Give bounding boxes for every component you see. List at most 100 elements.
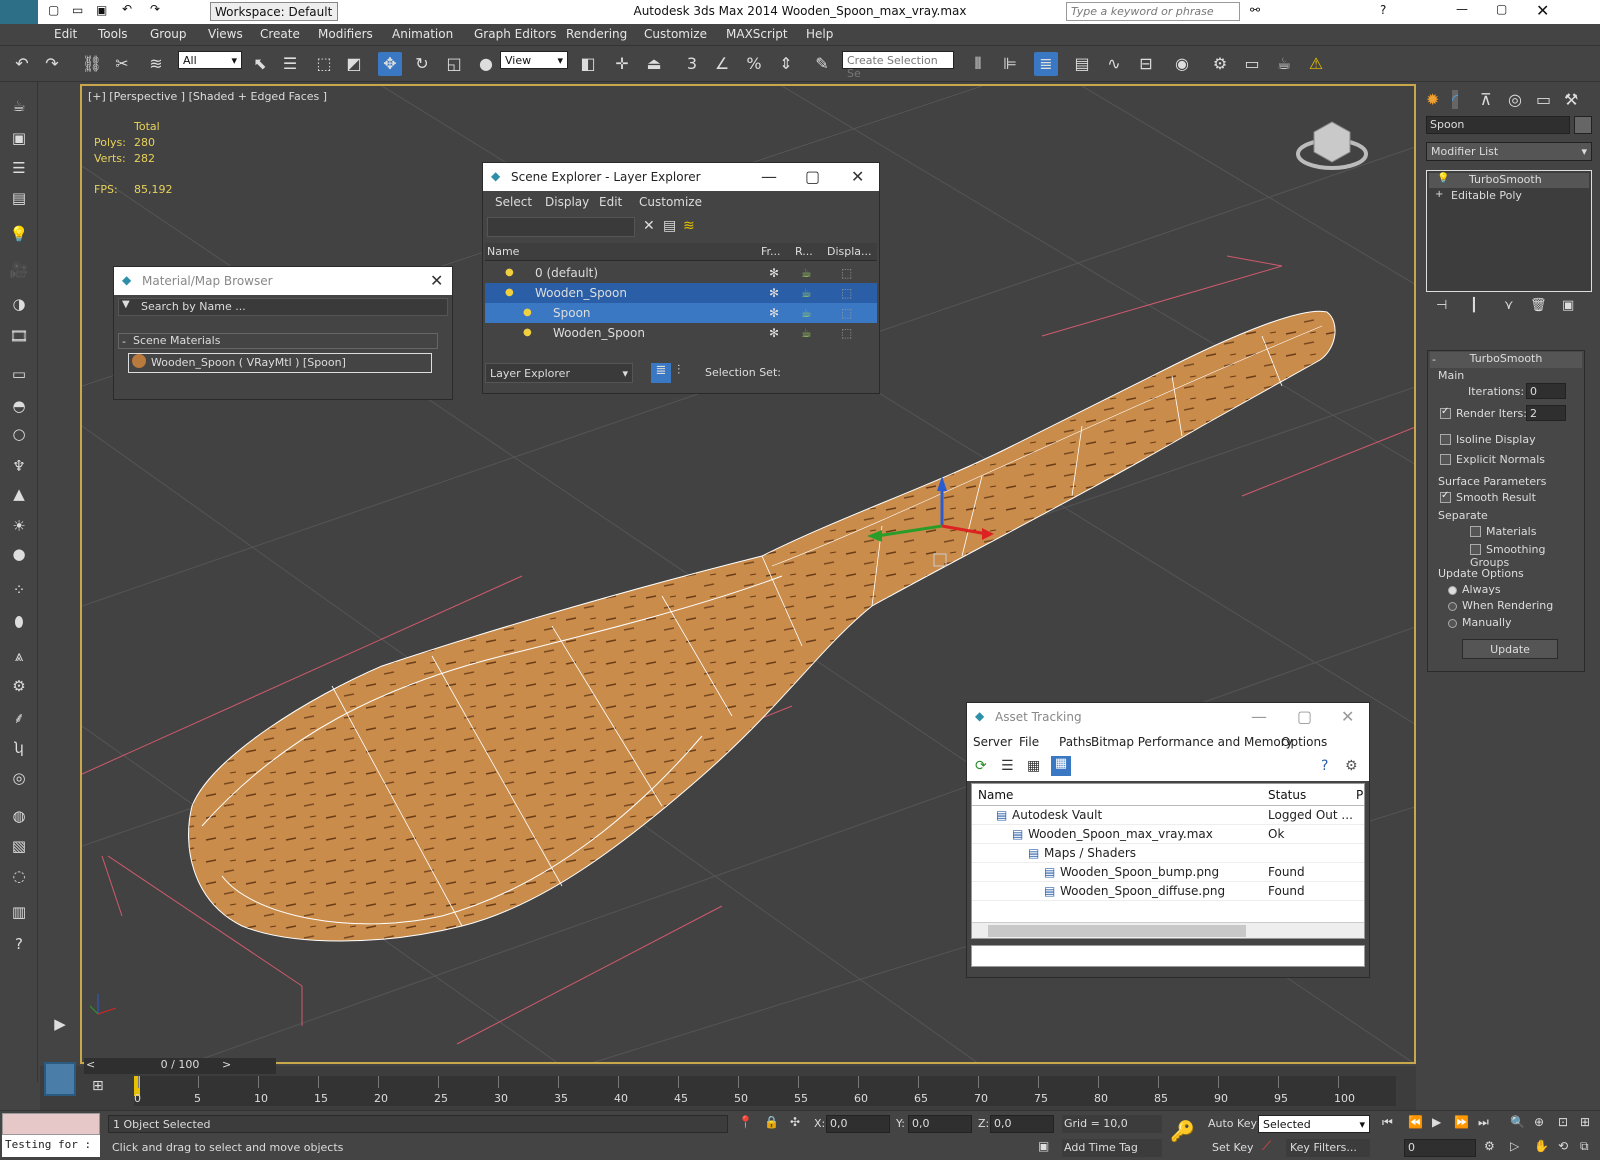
column-display[interactable]: Displa... — [827, 245, 872, 258]
render-iters-spinner[interactable]: 2 — [1526, 405, 1566, 421]
visibility-icon[interactable]: ● — [523, 303, 532, 323]
link-icon[interactable]: ⛓ — [80, 52, 104, 76]
display-box-icon[interactable]: ⬚ — [841, 303, 852, 323]
minimize-icon[interactable]: — — [1456, 2, 1468, 16]
smooth-result-check[interactable] — [1440, 490, 1451, 503]
mini-curve-editor-button[interactable] — [44, 1062, 76, 1096]
zoom-icon[interactable]: 🔍 — [1510, 1115, 1525, 1129]
manually-radio[interactable]: Manually — [1448, 616, 1512, 629]
gear-icon[interactable]: ⚙ — [7, 674, 31, 698]
spray-icon[interactable]: ◌ — [7, 864, 31, 888]
table-icon[interactable]: ▤ — [7, 186, 31, 210]
asset-row[interactable]: ▤ Autodesk Vault Logged Out ... — [972, 806, 1364, 825]
binoculars-icon[interactable]: ⚯ — [1250, 3, 1260, 17]
scene-explorer-icon[interactable]: ▤ — [1070, 52, 1094, 76]
add-to-layer-icon[interactable]: ≋ — [683, 218, 695, 234]
prev-key-icon[interactable]: ⏪ — [1408, 1115, 1423, 1129]
select-manipulate-icon[interactable]: ✛ — [610, 52, 634, 76]
spiral-icon[interactable]: ◎ — [7, 766, 31, 790]
hierarchy-tab-icon[interactable]: ⊼ — [1480, 90, 1492, 109]
mirror-icon[interactable]: ⫴ — [966, 52, 990, 76]
film-icon[interactable]: 🎞 — [7, 324, 31, 348]
explorer-menu-select[interactable]: Select — [495, 195, 532, 209]
time-tag-icon[interactable]: ▣ — [1038, 1139, 1049, 1153]
redo-icon[interactable]: ↷ — [40, 52, 64, 76]
explicit-normals-check[interactable] — [1440, 453, 1451, 465]
display-box-icon[interactable]: ⬚ — [841, 283, 852, 303]
isolate-icon[interactable]: 📍 — [738, 1115, 753, 1129]
refresh-icon[interactable]: ⟳ — [975, 758, 987, 774]
stack-item-turbosmooth[interactable]: TurboSmooth — [1429, 173, 1589, 188]
render-setup-icon[interactable]: ⚙ — [1208, 52, 1232, 76]
layer-row[interactable]: ● Spoon ✻ ☕ ⬚ — [485, 303, 877, 323]
close-icon[interactable]: ✕ — [851, 167, 864, 186]
time-config-icon[interactable]: ⚙ — [1484, 1139, 1495, 1153]
selection-filter[interactable]: All ▾ — [178, 51, 242, 69]
explorer-mode-dropdown[interactable]: Layer Explorer ▾ — [485, 363, 633, 383]
horizontal-scrollbar[interactable] — [972, 922, 1364, 938]
material-editor-icon[interactable]: ◉ — [1170, 52, 1194, 76]
modifier-list-dropdown[interactable]: Modifier List ▾ — [1426, 142, 1592, 161]
go-to-end-icon[interactable]: ⏭ — [1478, 1115, 1489, 1130]
asset-row[interactable]: ▤ Wooden_Spoon_bump.png Found — [972, 863, 1364, 882]
visibility-icon[interactable]: ● — [505, 263, 514, 283]
manually-radio-dot[interactable] — [1448, 618, 1457, 628]
cone-icon[interactable]: ▲ — [7, 482, 31, 506]
isoline-checkbox[interactable]: Isoline Display — [1440, 433, 1536, 446]
materials-checkbox[interactable]: Materials — [1470, 525, 1536, 538]
collapse-icon[interactable]: - — [1432, 353, 1436, 366]
key-filters-button[interactable]: Key Filters... — [1286, 1139, 1370, 1157]
pill-icon[interactable]: ⬮ — [7, 610, 31, 634]
curve-editor-icon[interactable]: ∿ — [1102, 52, 1126, 76]
smooth-result-checkbox[interactable]: Smooth Result — [1440, 490, 1536, 504]
named-selection-set[interactable]: Create Selection Se — [842, 51, 954, 80]
modify-tab-icon[interactable]: ◜ — [1452, 90, 1459, 109]
percent-snap-icon[interactable]: % — [742, 52, 766, 76]
menu-graph-editors[interactable]: Graph Editors — [474, 27, 556, 41]
render-frame-icon[interactable]: ▣ — [7, 126, 31, 150]
warning-icon[interactable]: ⚠ — [1304, 52, 1328, 76]
zoom-extents-icon[interactable]: ⊡ — [1558, 1115, 1568, 1129]
set-key-button[interactable]: Set Key — [1212, 1141, 1254, 1154]
menu-tools[interactable]: Tools — [98, 27, 128, 41]
turbosmooth-title[interactable]: TurboSmooth — [1430, 352, 1582, 368]
track-bar-icon[interactable]: ⊞ — [92, 1078, 104, 1094]
time-slider[interactable]: 0 / 100 — [84, 1058, 276, 1074]
pivot-icon[interactable]: ◧ — [576, 52, 600, 76]
asset-menu-bitmap[interactable]: Bitmap Performance and Memory — [1091, 735, 1293, 749]
help-icon[interactable]: ? — [7, 932, 31, 956]
render-teapot-icon[interactable]: ☕ — [801, 323, 812, 343]
teapot-icon[interactable]: ☕ — [7, 94, 31, 118]
snap-3d-icon[interactable]: 3 — [680, 52, 704, 76]
rendered-frame-icon[interactable]: ▭ — [1240, 52, 1264, 76]
freeze-icon[interactable]: ✻ — [769, 283, 779, 303]
column-render[interactable]: R... — [795, 245, 813, 258]
render-teapot-icon[interactable]: ☕ — [801, 263, 812, 283]
select-by-name-icon[interactable]: ☰ — [278, 52, 302, 76]
search-input[interactable]: Type a keyword or phrase — [1066, 2, 1240, 21]
minimize-icon[interactable]: — — [761, 167, 777, 186]
maxscript-listener[interactable]: Testing for : — [2, 1135, 100, 1157]
orbit-icon[interactable]: ⟲ — [1558, 1139, 1568, 1153]
box-icon[interactable]: ▭ — [7, 362, 31, 386]
freeze-icon[interactable]: ✻ — [769, 263, 779, 283]
sun-icon[interactable]: ☀ — [7, 514, 31, 538]
when-rendering-radio-dot[interactable] — [1448, 601, 1457, 611]
motion-tab-icon[interactable]: ◎ — [1508, 90, 1522, 109]
update-button[interactable]: Update — [1462, 639, 1558, 659]
explorer-menu-display[interactable]: Display — [545, 195, 589, 209]
disc-icon[interactable]: ● — [7, 542, 31, 566]
minimize-icon[interactable]: — — [1251, 707, 1267, 726]
key-mode-dropdown[interactable]: Selected ▾ — [1258, 1115, 1370, 1133]
asset-menu-paths[interactable]: Paths — [1059, 735, 1092, 749]
create-tab-icon[interactable]: ✹ — [1426, 90, 1439, 109]
asset-row[interactable]: ▤ Wooden_Spoon_diffuse.png Found — [972, 882, 1364, 901]
camera-icon[interactable]: 🎥 — [7, 258, 31, 282]
scrollbar-thumb[interactable] — [988, 925, 1246, 937]
column-status[interactable]: Status — [1268, 788, 1306, 802]
close-icon[interactable]: ✕ — [1341, 707, 1354, 726]
close-icon[interactable]: ✕ — [1536, 1, 1549, 20]
filter-icon[interactable]: ▼ — [122, 299, 130, 310]
auto-key-button[interactable]: Auto Key — [1208, 1117, 1257, 1130]
display-tab-icon[interactable]: ▭ — [1536, 90, 1551, 109]
